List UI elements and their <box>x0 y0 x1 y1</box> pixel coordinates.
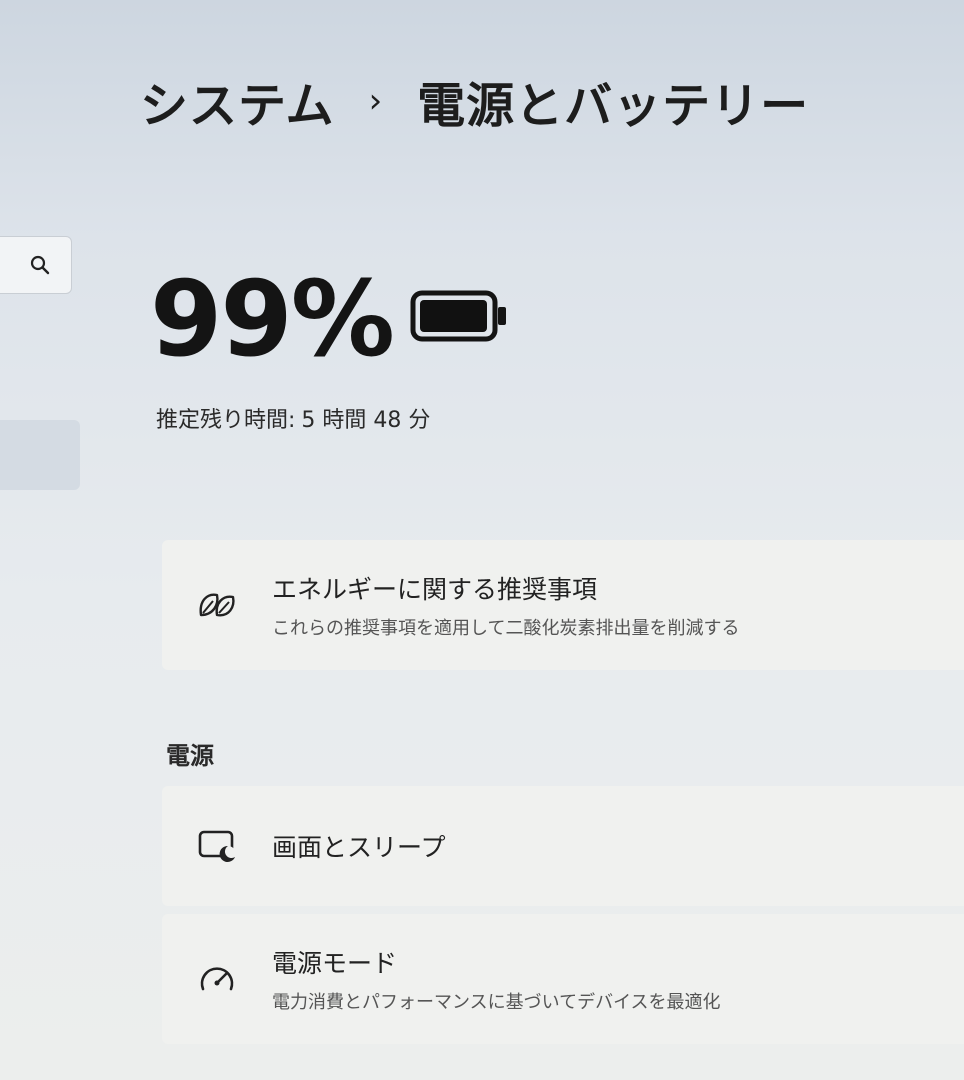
energy-recommendations-card[interactable]: エネルギーに関する推奨事項 これらの推奨事項を適用して二酸化炭素排出量を削減する <box>162 540 964 670</box>
power-mode-subtitle: 電力消費とパフォーマンスに基づいてデバイスを最適化 <box>272 992 721 1013</box>
battery-fill <box>420 300 487 332</box>
screen-sleep-icon <box>198 830 236 862</box>
breadcrumb: システム › 電源とバッテリー <box>140 66 809 136</box>
search-icon[interactable] <box>29 254 51 276</box>
screen-and-sleep-item[interactable]: 画面とスリープ <box>162 786 964 906</box>
gauge-icon <box>200 967 234 991</box>
remaining-time-value: 5 時間 48 分 <box>301 408 431 433</box>
screen-and-sleep-title: 画面とスリープ <box>272 833 446 862</box>
power-mode-item[interactable]: 電源モード 電力消費とパフォーマンスに基づいてデバイスを最適化 <box>162 914 964 1044</box>
sidebar-item-selected[interactable] <box>0 420 80 490</box>
search-input[interactable] <box>0 236 72 294</box>
battery-icon <box>410 290 506 342</box>
section-title-power: 電源 <box>166 742 214 770</box>
energy-card-title: エネルギーに関する推奨事項 <box>272 575 598 604</box>
remaining-time-label: 推定残り時間: <box>156 408 296 433</box>
power-mode-title: 電源モード <box>272 949 398 978</box>
remaining-time: 推定残り時間: 5 時間 48 分 <box>156 402 430 434</box>
battery-percentage: 99% <box>150 258 395 380</box>
energy-card-subtitle: これらの推奨事項を適用して二酸化炭素排出量を削減する <box>272 618 740 639</box>
page-title: 電源とバッテリー <box>417 78 810 134</box>
breadcrumb-chevron-icon: › <box>368 81 384 121</box>
breadcrumb-parent-system[interactable]: システム <box>140 66 335 136</box>
leaf-icon <box>199 593 235 617</box>
